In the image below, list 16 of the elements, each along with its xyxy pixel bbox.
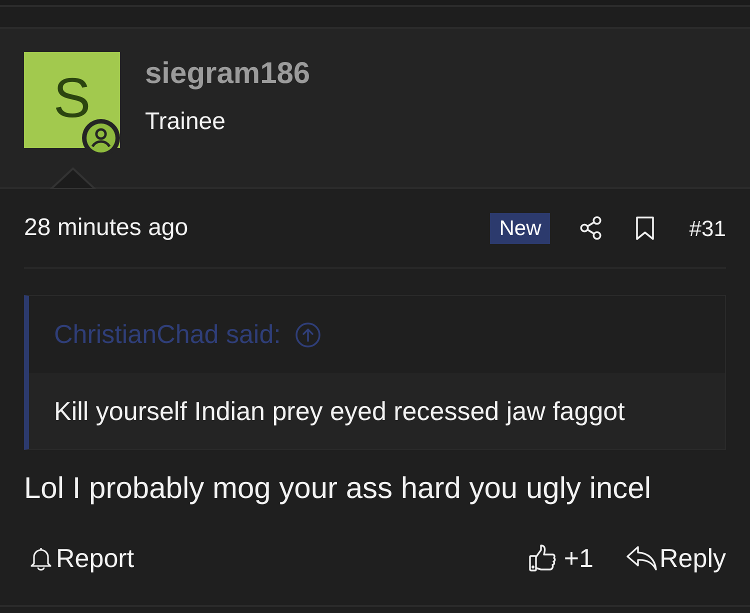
new-badge: New xyxy=(490,212,550,244)
share-icon[interactable] xyxy=(580,216,602,240)
thumbs-up-icon xyxy=(528,544,556,572)
report-button[interactable]: Report xyxy=(24,538,134,578)
reply-button[interactable]: Reply xyxy=(626,538,726,578)
message-text: Lol I probably mog your ass hard you ugly incel xyxy=(24,472,652,506)
post-time[interactable]: 28 minutes ago xyxy=(24,210,188,246)
quote-text: Kill yourself Indian prey eyed recessed jaw faggot xyxy=(54,394,625,428)
user-title: Trainee xyxy=(145,108,226,135)
bookmark-icon[interactable] xyxy=(635,216,656,240)
reply-arrow-icon xyxy=(626,545,658,571)
bell-icon xyxy=(30,546,52,570)
avatar-letter: S xyxy=(53,68,91,131)
username[interactable]: siegram186 xyxy=(145,57,310,91)
like-button[interactable]: +1 xyxy=(528,538,594,578)
post-number[interactable]: #31 xyxy=(689,212,726,244)
